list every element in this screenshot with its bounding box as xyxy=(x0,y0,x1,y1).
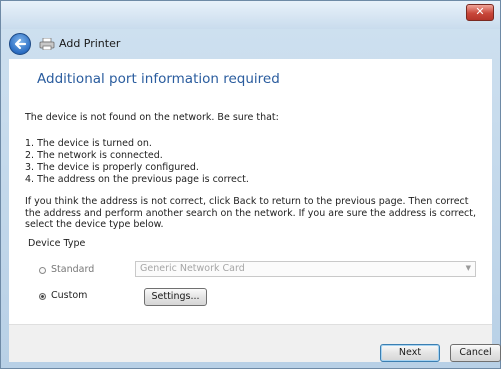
cancel-button[interactable]: Cancel xyxy=(450,344,501,362)
page-heading: Additional port information required xyxy=(37,71,280,87)
checklist-item: 2. The network is connected. xyxy=(25,150,163,161)
intro-text: The device is not found on the network. … xyxy=(25,112,279,123)
standard-radio[interactable] xyxy=(39,267,46,274)
custom-radio[interactable] xyxy=(39,293,46,300)
device-type-label: Device Type xyxy=(28,238,86,249)
next-button[interactable]: Next xyxy=(380,344,440,362)
checklist-item: 4. The address on the previous page is c… xyxy=(25,174,249,185)
checklist: 1. The device is turned on. 2. The netwo… xyxy=(25,138,249,186)
settings-button[interactable]: Settings... xyxy=(144,288,207,306)
standard-label[interactable]: Standard xyxy=(51,264,94,275)
standard-device-value: Generic Network Card xyxy=(140,263,245,274)
wizard-content: Additional port information required The… xyxy=(9,59,492,324)
chevron-down-icon: ▼ xyxy=(465,264,471,272)
add-printer-window: ✕ Add Printer Additional port informatio… xyxy=(0,0,501,369)
close-icon: ✕ xyxy=(475,5,485,18)
wizard-title: Add Printer xyxy=(59,37,121,50)
wizard-footer: Next Cancel xyxy=(9,324,501,362)
instructions-paragraph: If you think the address is not correct,… xyxy=(25,196,477,230)
title-bar: ✕ xyxy=(1,1,500,29)
back-button[interactable] xyxy=(9,33,31,55)
custom-label[interactable]: Custom xyxy=(51,290,87,301)
checklist-item: 3. The device is properly configured. xyxy=(25,162,199,173)
printer-icon xyxy=(39,38,55,50)
back-arrow-icon xyxy=(14,38,27,50)
standard-device-select[interactable]: Generic Network Card ▼ xyxy=(135,261,476,277)
checklist-item: 1. The device is turned on. xyxy=(25,138,152,149)
wizard-nav: Add Printer xyxy=(1,29,500,59)
close-button[interactable]: ✕ xyxy=(466,4,494,21)
